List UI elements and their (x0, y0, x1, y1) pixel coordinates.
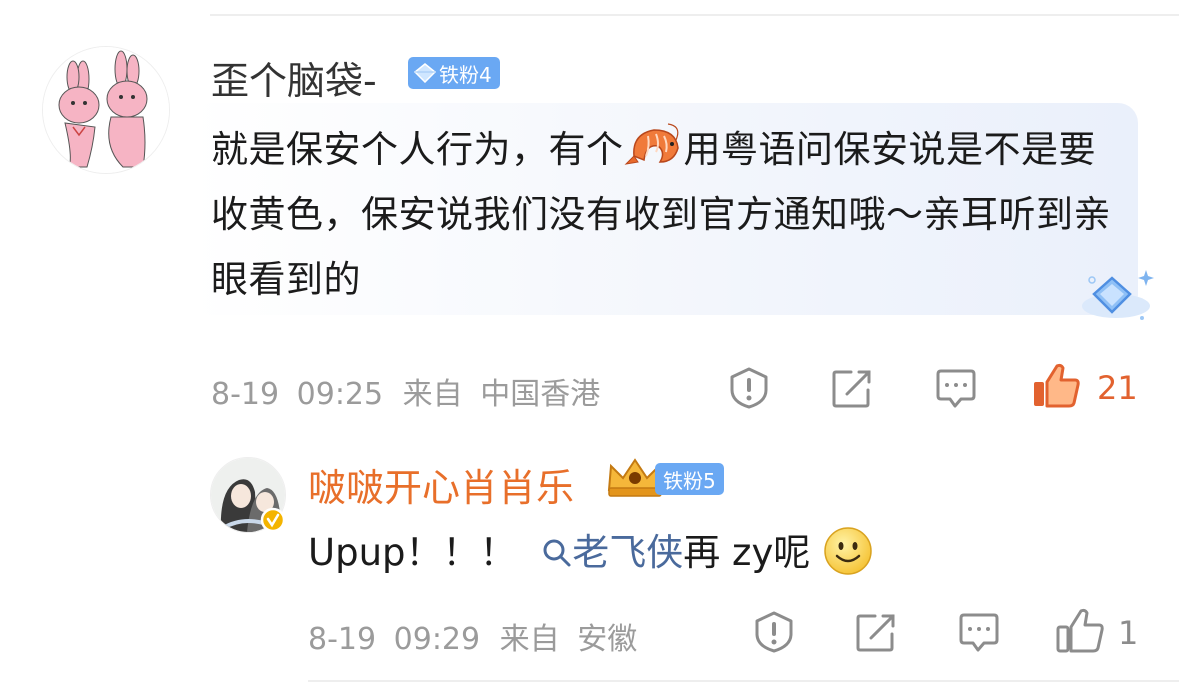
comment-location: 中国香港 (480, 377, 601, 412)
like-count: 21 (1097, 369, 1138, 407)
comment-time: 09:25 (296, 377, 384, 412)
reply-time: 09:29 (393, 622, 481, 657)
report-icon[interactable] (727, 366, 771, 410)
shrimp-emoji (624, 122, 684, 170)
reply-like-count: 1 (1118, 614, 1139, 652)
share-icon[interactable] (831, 368, 873, 410)
username[interactable]: 歪个脑袋- (211, 50, 377, 105)
like-icon[interactable] (1031, 362, 1081, 410)
mention-link-text[interactable]: 老飞侠 (572, 531, 683, 574)
verified-icon (260, 507, 286, 533)
top-divider (210, 14, 1179, 16)
fan-badge: 铁粉4 (408, 57, 500, 89)
reply-like-icon[interactable] (1055, 607, 1105, 655)
reply-text-suffix: 再 zy呢 (683, 531, 811, 574)
reply-location: 安徽 (577, 622, 638, 657)
reply-fan-badge: 铁粉5 (655, 463, 724, 495)
badge-label: 铁粉4 (439, 62, 492, 87)
comment-icon[interactable] (934, 368, 978, 410)
from-label: 来自 (402, 377, 463, 412)
reply-comment-icon[interactable] (957, 612, 1001, 654)
smile-emoji-icon (824, 527, 872, 575)
reply-text: Upup！！！ 老飞侠再 zy呢 (308, 525, 874, 581)
mention-link[interactable]: 老飞侠 (542, 531, 683, 574)
diamond-decoration-icon (1082, 270, 1154, 320)
reply-text-prefix: Upup！！！ (308, 531, 517, 574)
reply-badge-label: 铁粉5 (663, 468, 716, 493)
bottom-divider (308, 680, 1179, 682)
reply-share-icon[interactable] (855, 612, 897, 654)
comment-meta: 8-19 09:25 来自 中国香港 (211, 369, 600, 413)
rabbit-avatar-icon (43, 47, 169, 173)
avatar[interactable] (42, 46, 170, 174)
reply-date: 8-19 (308, 622, 377, 657)
search-icon (543, 539, 571, 567)
shrimp-icon (624, 123, 679, 165)
reply-report-icon[interactable] (752, 610, 796, 654)
diamond-icon (414, 63, 436, 83)
comment-text: 就是保安个人行为，有个 用粤语问保安说是不是要收黄色，保安说我们没有收到官方通知… (211, 117, 1131, 312)
reply-username[interactable]: 啵啵开心肖肖乐 (308, 457, 574, 512)
comment-text-part-1: 就是保安个人行为，有个 (211, 128, 624, 171)
comment-date: 8-19 (211, 377, 280, 412)
reply-from-label: 来自 (499, 622, 560, 657)
reply-meta: 8-19 09:29 来自 安徽 (308, 614, 637, 658)
